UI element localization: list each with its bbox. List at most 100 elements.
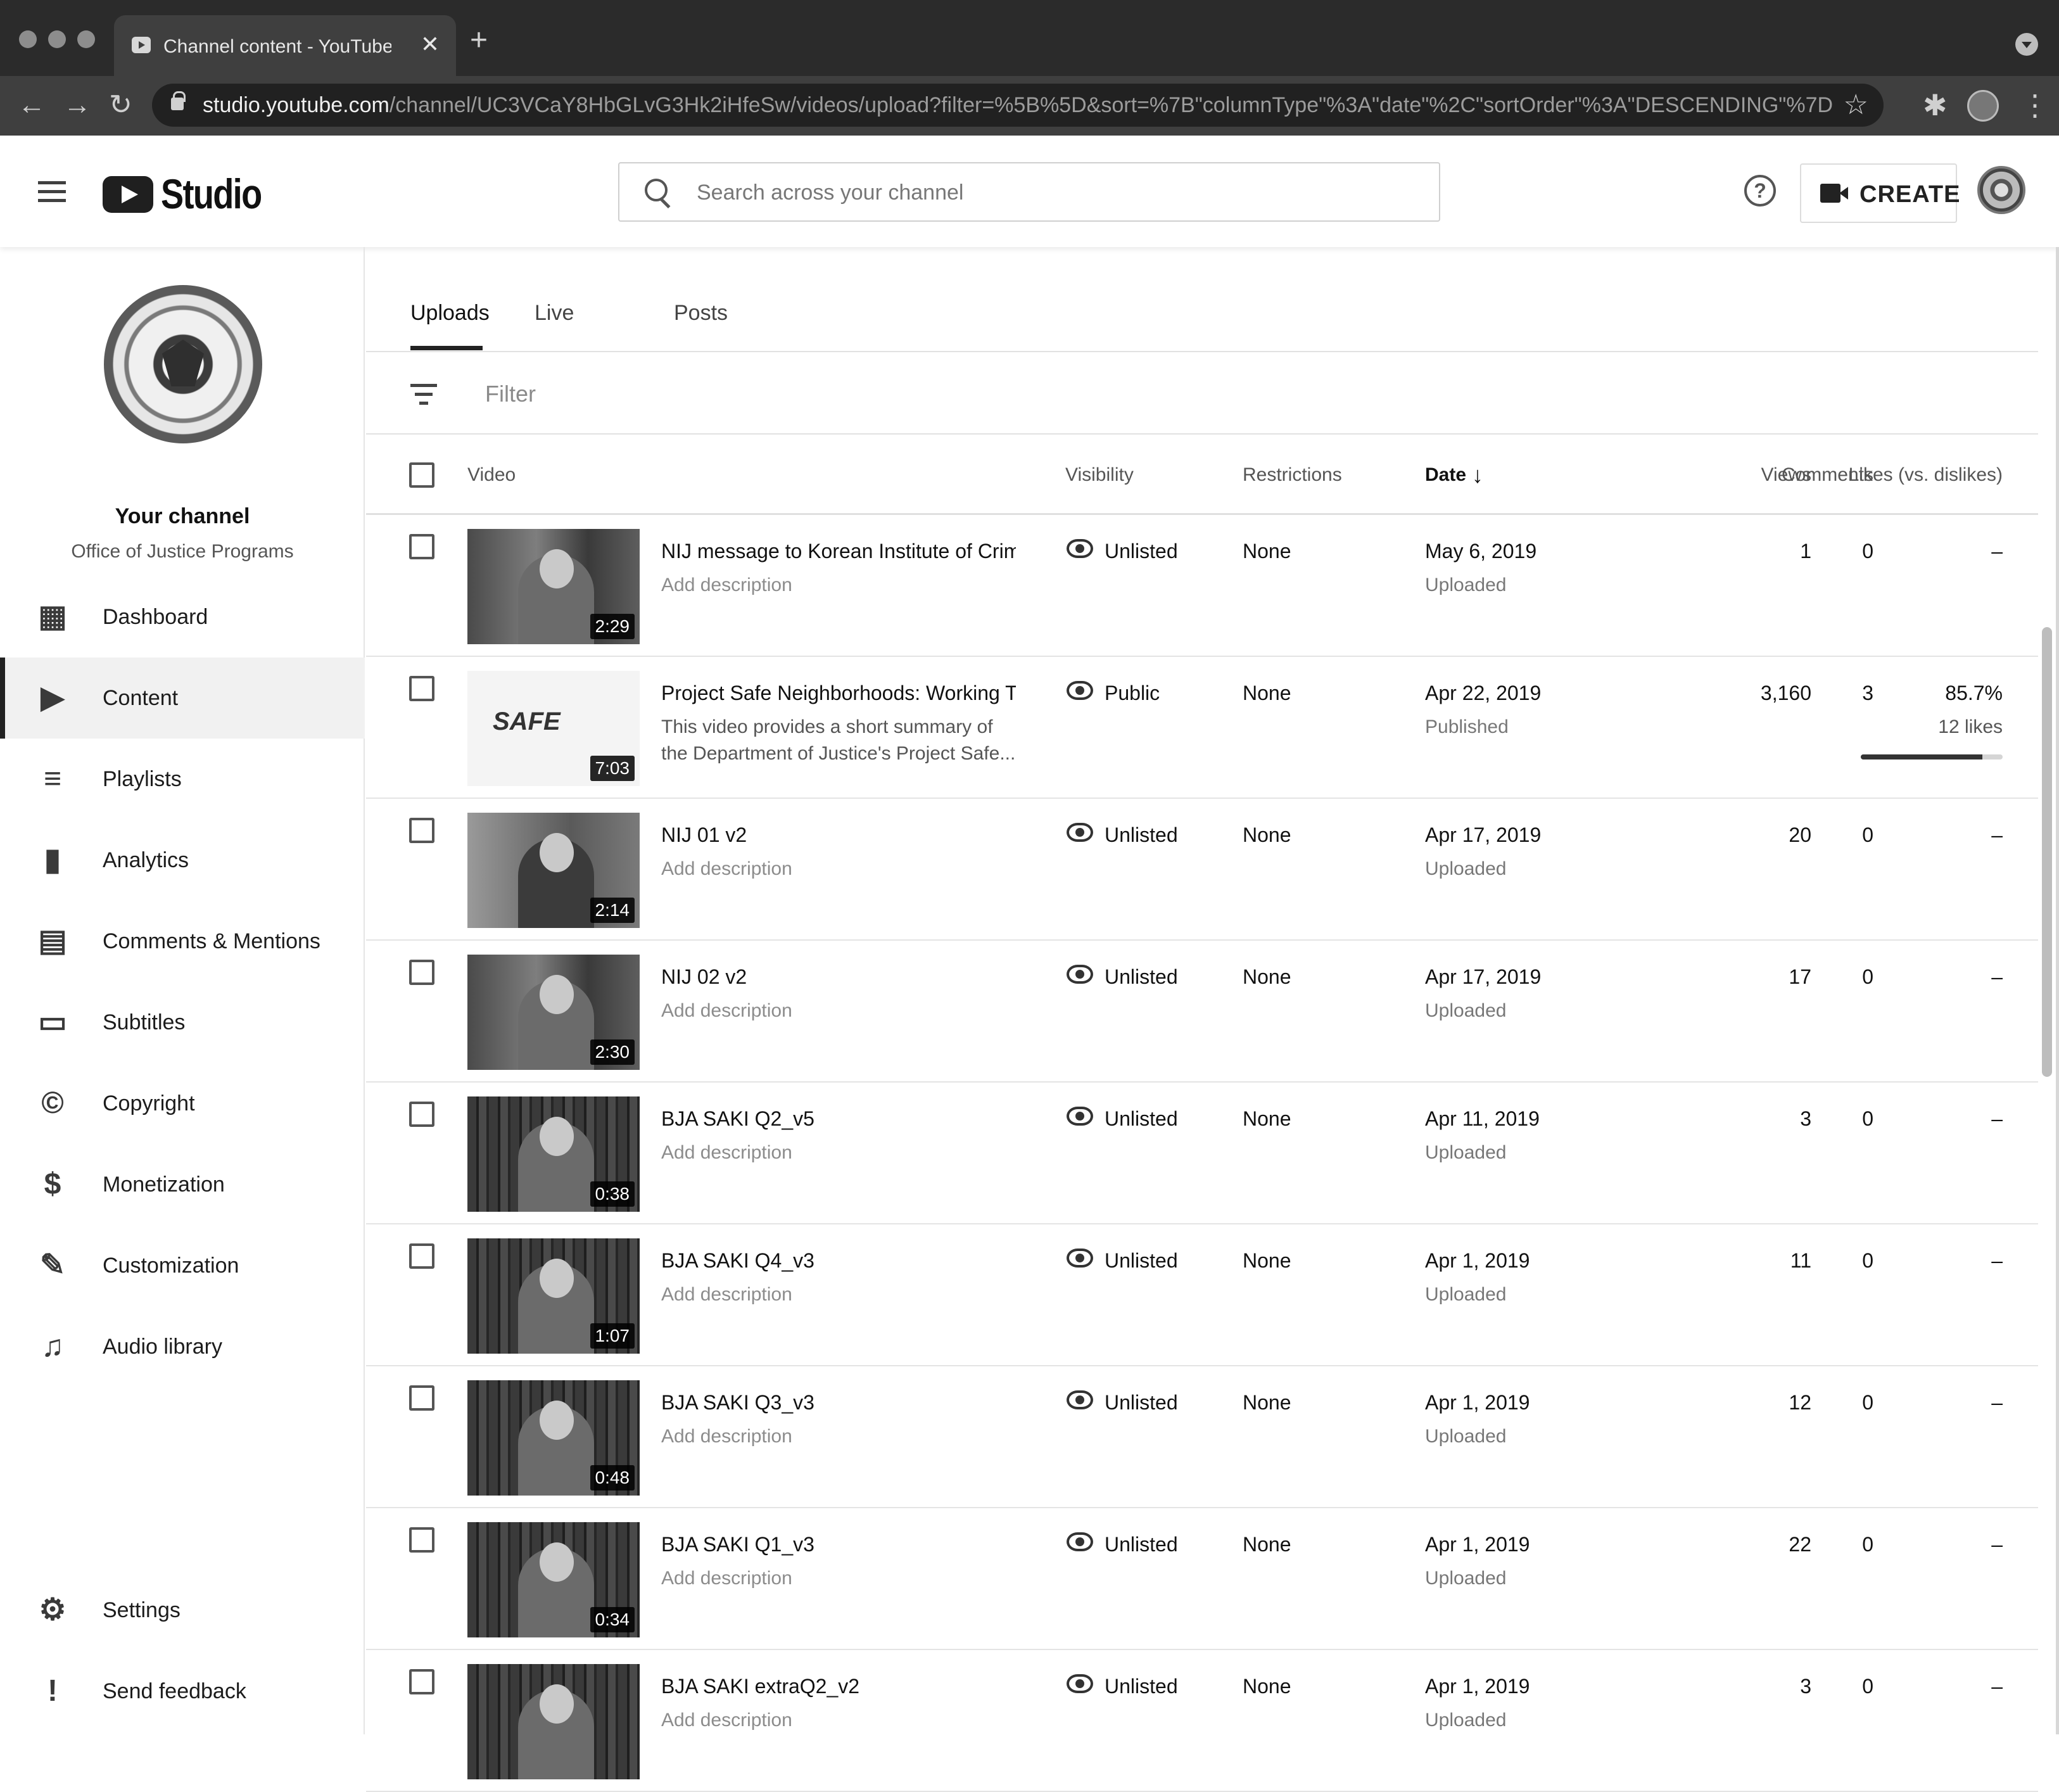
select-all-checkbox[interactable] [409, 462, 434, 488]
row-checkbox[interactable] [409, 1243, 434, 1269]
sidebar-item-customization[interactable]: ✎ Customization [0, 1225, 365, 1306]
address-url[interactable]: studio.youtube.com/channel/UC3VCaY8HbGLv… [203, 91, 1849, 119]
account-avatar[interactable] [1977, 166, 2025, 214]
back-arrow-icon[interactable]: ← [18, 86, 46, 124]
video-description[interactable]: Add description [661, 1707, 1016, 1734]
address-bar[interactable]: studio.youtube.com/channel/UC3VCaY8HbGLv… [152, 84, 1884, 127]
visibility-value[interactable]: Unlisted [1105, 1105, 1178, 1132]
visibility-value[interactable]: Unlisted [1105, 1389, 1178, 1416]
eye-icon[interactable] [1067, 1107, 1093, 1126]
eye-icon[interactable] [1067, 1532, 1093, 1551]
forward-arrow-icon[interactable]: → [63, 86, 91, 124]
eye-icon[interactable] [1067, 1390, 1093, 1409]
video-thumbnail[interactable] [467, 1664, 640, 1779]
visibility-value[interactable]: Unlisted [1105, 1531, 1178, 1558]
video-description[interactable]: Add description [661, 1565, 1016, 1592]
help-icon[interactable]: ? [1744, 175, 1776, 207]
row-checkbox[interactable] [409, 1102, 434, 1127]
video-title[interactable]: BJA SAKI Q4_v3 [661, 1247, 1016, 1274]
video-thumbnail[interactable]: 0:48 [467, 1380, 640, 1496]
table-row[interactable]: 0:48 BJA SAKI Q3_v3 Add description Unliste… [366, 1366, 2038, 1508]
tab-uploads[interactable]: Uploads [410, 299, 490, 327]
sidebar-item-dashboard[interactable]: ▦ Dashboard [0, 576, 365, 658]
window-close-dot[interactable] [19, 30, 37, 48]
sidebar-item-comments-mentions[interactable]: ▤ Comments & Mentions [0, 901, 365, 982]
tab-search-icon[interactable] [2015, 33, 2038, 56]
tab-close-icon[interactable]: ✕ [421, 32, 440, 57]
reload-icon[interactable]: ↻ [109, 86, 132, 124]
video-thumbnail[interactable]: 0:34 [467, 1522, 640, 1637]
video-title[interactable]: BJA SAKI extraQ2_v2 [661, 1673, 1016, 1700]
column-header-date[interactable]: Date [1425, 462, 1466, 488]
video-description[interactable]: Add description [661, 1281, 1016, 1308]
sidebar-item-analytics[interactable]: ▮ Analytics [0, 820, 365, 901]
filter-input[interactable]: Filter [485, 380, 536, 408]
video-title[interactable]: NIJ message to Korean Institute of Crimi… [661, 538, 1016, 564]
sidebar-item-subtitles[interactable]: ▭ Subtitles [0, 982, 365, 1063]
row-checkbox[interactable] [409, 960, 434, 985]
video-description[interactable]: Add description [661, 998, 1016, 1024]
table-row[interactable]: BJA SAKI extraQ2_v2 Add description Unlist… [366, 1650, 2038, 1792]
scrollbar-thumb[interactable] [2042, 627, 2052, 1077]
sidebar-item-content[interactable]: ▶ Content [0, 658, 365, 739]
table-row[interactable]: SAFE 7:03 Project Safe Neighborhoods: Work… [366, 657, 2038, 799]
row-checkbox[interactable] [409, 1527, 434, 1553]
visibility-value[interactable]: Unlisted [1105, 822, 1178, 848]
filter-icon[interactable] [410, 384, 437, 405]
table-row[interactable]: 2:30 NIJ 02 v2 Add description Unlisted None… [366, 941, 2038, 1083]
sidebar-item-settings[interactable]: ⚙ Settings [0, 1570, 365, 1651]
eye-icon[interactable] [1067, 681, 1093, 700]
table-row[interactable]: 0:38 BJA SAKI Q2_v5 Add description Unliste… [366, 1083, 2038, 1224]
bookmark-star-icon[interactable]: ☆ [1844, 89, 1868, 122]
sort-descending-arrow-icon[interactable]: ↓ [1472, 462, 1483, 488]
extensions-puzzle-icon[interactable]: ✱ [1923, 89, 1948, 122]
video-title[interactable]: NIJ 02 v2 [661, 963, 1016, 990]
visibility-value[interactable]: Public [1105, 680, 1160, 706]
video-thumbnail[interactable]: 2:29 [467, 529, 640, 644]
browser-menu-icon[interactable]: ⋮ [2020, 87, 2049, 123]
create-button[interactable]: CREATE [1800, 163, 1960, 223]
row-checkbox[interactable] [409, 1385, 434, 1411]
table-row[interactable]: 2:14 NIJ 01 v2 Add description Unlisted None… [366, 799, 2038, 941]
video-thumbnail[interactable]: 0:38 [467, 1096, 640, 1212]
video-thumbnail[interactable]: 2:30 [467, 955, 640, 1070]
sidebar-item-monetization[interactable]: $ Monetization [0, 1144, 365, 1225]
window-zoom-dot[interactable] [77, 30, 95, 48]
search-input[interactable] [695, 175, 1424, 210]
video-description[interactable]: Add description [661, 1140, 1016, 1166]
sidebar-item-playlists[interactable]: ≡ Playlists [0, 739, 365, 820]
channel-search-box[interactable] [618, 162, 1440, 222]
search-icon[interactable] [645, 179, 673, 207]
browser-tab[interactable]: Channel content - YouTube Stu ✕ [114, 15, 456, 76]
table-row[interactable]: 0:34 BJA SAKI Q1_v3 Add description Unliste… [366, 1508, 2038, 1650]
visibility-value[interactable]: Unlisted [1105, 1673, 1178, 1700]
eye-icon[interactable] [1067, 1249, 1093, 1268]
sidebar-item-audio-library[interactable]: ♫ Audio library [0, 1306, 365, 1387]
video-description[interactable]: Add description [661, 856, 1016, 882]
sidebar-item-send-feedback[interactable]: ! Send feedback [0, 1651, 365, 1732]
channel-avatar-seal[interactable] [104, 285, 262, 443]
video-title[interactable]: BJA SAKI Q2_v5 [661, 1105, 1016, 1132]
row-checkbox[interactable] [409, 1669, 434, 1694]
eye-icon[interactable] [1067, 539, 1093, 558]
visibility-value[interactable]: Unlisted [1105, 963, 1178, 990]
tab-live[interactable]: Live [535, 299, 574, 327]
eye-icon[interactable] [1067, 965, 1093, 984]
tab-posts[interactable]: Posts [674, 299, 728, 327]
hamburger-menu-icon[interactable] [38, 181, 66, 203]
video-thumbnail[interactable]: 2:14 [467, 813, 640, 928]
video-title[interactable]: Project Safe Neighborhoods: Working To..… [661, 680, 1016, 706]
visibility-value[interactable]: Unlisted [1105, 538, 1178, 564]
browser-profile-avatar[interactable] [1967, 90, 1999, 122]
row-checkbox[interactable] [409, 534, 434, 559]
table-row[interactable]: 2:29 NIJ message to Korean Institute of C… [366, 515, 2038, 657]
new-tab-button[interactable]: + [470, 25, 488, 56]
table-row[interactable]: 1:07 BJA SAKI Q4_v3 Add description Unliste… [366, 1224, 2038, 1366]
video-thumbnail[interactable]: SAFE 7:03 [467, 671, 640, 786]
video-description[interactable]: Add description [661, 572, 1016, 599]
video-title[interactable]: BJA SAKI Q1_v3 [661, 1531, 1016, 1558]
window-minimize-dot[interactable] [48, 30, 66, 48]
video-title[interactable]: NIJ 01 v2 [661, 822, 1016, 848]
eye-icon[interactable] [1067, 1674, 1093, 1693]
visibility-value[interactable]: Unlisted [1105, 1247, 1178, 1274]
